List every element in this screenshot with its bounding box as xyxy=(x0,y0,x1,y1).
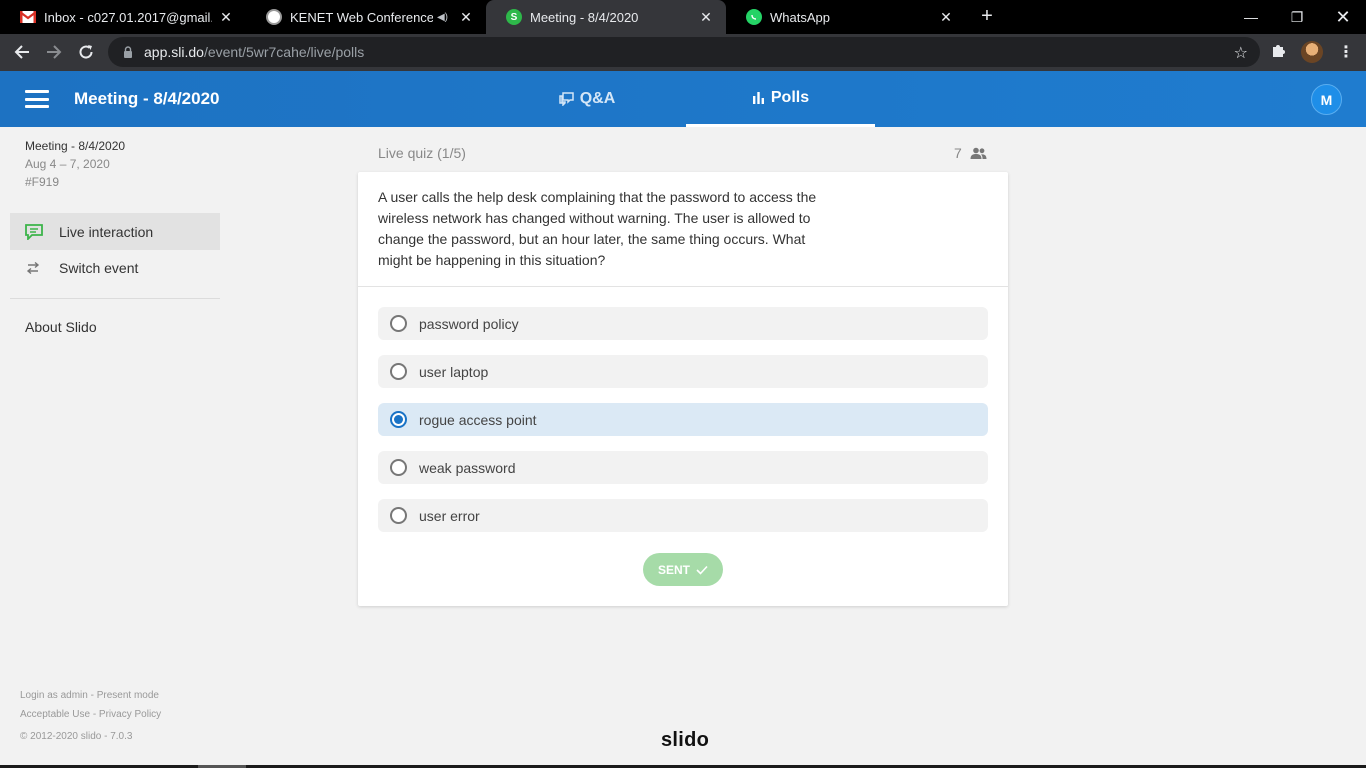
tab-qa[interactable]: Q&A xyxy=(540,71,634,127)
back-arrow-icon[interactable] xyxy=(8,38,36,66)
sidebar-event-name: Meeting - 8/4/2020 xyxy=(25,139,126,153)
restore-icon[interactable]: ❐ xyxy=(1274,0,1320,34)
forward-arrow-icon[interactable] xyxy=(40,38,68,66)
user-avatar[interactable]: M xyxy=(1311,84,1342,115)
tab-title: KENET Web Conference - Co xyxy=(290,9,433,25)
url-text: app.sli.do/event/5wr7cahe/live/polls xyxy=(144,44,364,60)
answer-option[interactable]: password policy xyxy=(378,307,988,340)
chat-icon xyxy=(25,223,43,240)
close-tab-icon[interactable]: ✕ xyxy=(938,9,954,26)
bar-chart-icon xyxy=(752,91,765,104)
whatsapp-icon xyxy=(746,9,762,25)
answer-option-label: user laptop xyxy=(419,363,489,380)
browser-tab-whatsapp[interactable]: WhatsApp ✕ xyxy=(726,0,966,34)
close-tab-icon[interactable]: ✕ xyxy=(458,9,474,26)
browser-tab-slido[interactable]: S Meeting - 8/4/2020 ✕ xyxy=(486,0,726,34)
profile-avatar[interactable] xyxy=(1301,41,1323,63)
kenet-icon xyxy=(266,9,282,25)
gmail-icon xyxy=(20,9,36,25)
app-header: Meeting - 8/4/2020 Q&A Polls M xyxy=(0,71,1366,127)
sidebar-item-label: Switch event xyxy=(59,259,139,276)
answer-option-label: rogue access point xyxy=(419,411,537,428)
card-divider xyxy=(358,286,1008,287)
radio-button[interactable] xyxy=(390,507,407,524)
tab-qa-label: Q&A xyxy=(579,90,616,107)
answer-option-label: password policy xyxy=(419,315,519,332)
radio-button[interactable] xyxy=(390,363,407,380)
sidebar-item-live-interaction[interactable]: Live interaction xyxy=(10,213,220,250)
browser-toolbar: app.sli.do/event/5wr7cahe/live/polls ☆ xyxy=(0,34,1366,71)
slido-logo: slido xyxy=(661,729,710,751)
tab-polls[interactable]: Polls xyxy=(686,71,875,127)
tab-title: WhatsApp xyxy=(770,9,830,25)
sidebar-item-label: Live interaction xyxy=(59,223,154,240)
footer-admin-links[interactable]: Login as admin - Present mode xyxy=(20,690,159,701)
tab-polls-label: Polls xyxy=(770,88,810,106)
lock-icon xyxy=(124,46,132,58)
answer-option-label: user error xyxy=(419,507,480,524)
swap-arrows-icon xyxy=(25,261,43,274)
bookmark-star-icon[interactable]: ☆ xyxy=(1234,43,1248,63)
header-event-title: Meeting - 8/4/2020 xyxy=(74,89,220,108)
answer-option[interactable]: weak password xyxy=(378,451,988,484)
participant-count-value: 7 xyxy=(954,145,962,161)
quiz-question: A user calls the help desk complaining t… xyxy=(378,189,817,268)
close-tab-icon[interactable]: ✕ xyxy=(698,9,714,26)
answer-option-selected[interactable]: rogue access point xyxy=(378,403,988,436)
radio-button[interactable] xyxy=(390,459,407,476)
about-slido-link[interactable]: About Slido xyxy=(25,319,97,335)
radio-button[interactable] xyxy=(390,315,407,332)
sent-label: SENT xyxy=(657,562,690,577)
tab-title: Inbox - c027.01.2017@gmail.com xyxy=(44,9,212,25)
browser-tab-strip: Inbox - c027.01.2017@gmail.com ✕ KENET W… xyxy=(0,0,1366,34)
reload-icon[interactable] xyxy=(72,38,100,66)
participant-count: 7 xyxy=(954,145,987,161)
sidebar: Meeting - 8/4/2020 Aug 4 – 7, 2020 #F919… xyxy=(0,127,230,768)
sidebar-event-dates: Aug 4 – 7, 2020 xyxy=(25,157,110,171)
hamburger-menu-icon[interactable] xyxy=(25,90,49,108)
browser-tab-gmail[interactable]: Inbox - c027.01.2017@gmail.com ✕ xyxy=(0,0,246,34)
footer-copyright: © 2012-2020 slido - 7.0.3 xyxy=(20,731,133,742)
address-bar[interactable]: app.sli.do/event/5wr7cahe/live/polls ☆ xyxy=(108,37,1260,67)
extensions-puzzle-icon[interactable] xyxy=(1271,42,1287,62)
quiz-card: A user calls the help desk complaining t… xyxy=(358,172,1008,606)
tab-title: Meeting - 8/4/2020 xyxy=(530,9,639,25)
quiz-progress-label: Live quiz (1/5) xyxy=(378,145,466,161)
slido-icon: S xyxy=(506,9,522,25)
sidebar-event-code: #F919 xyxy=(25,175,60,189)
answer-option[interactable]: user laptop xyxy=(378,355,988,388)
minimize-icon[interactable]: — xyxy=(1228,0,1274,34)
people-icon xyxy=(970,147,987,159)
footer-policy-links[interactable]: Acceptable Use - Privacy Policy xyxy=(20,709,161,720)
answer-option-label: weak password xyxy=(419,459,516,476)
sidebar-divider xyxy=(10,298,220,299)
radio-button-checked[interactable] xyxy=(390,411,407,428)
checkmark-icon xyxy=(696,565,708,575)
close-window-icon[interactable]: ✕ xyxy=(1320,0,1366,34)
browser-tab-kenet[interactable]: KENET Web Conference - Co ◀) ✕ xyxy=(246,0,486,34)
url-host: app.sli.do xyxy=(144,44,204,60)
speaker-icon[interactable]: ◀) xyxy=(437,12,448,23)
browser-menu-icon[interactable]: ⋮ xyxy=(1338,42,1354,62)
sidebar-item-switch-event[interactable]: Switch event xyxy=(10,249,220,286)
new-tab-plus-icon[interactable]: + xyxy=(976,5,998,27)
url-path: /event/5wr7cahe/live/polls xyxy=(203,44,365,60)
close-tab-icon[interactable]: ✕ xyxy=(218,9,234,26)
answer-option[interactable]: user error xyxy=(378,499,988,532)
sent-button[interactable]: SENT xyxy=(643,553,723,586)
chat-bubbles-icon xyxy=(558,92,574,106)
